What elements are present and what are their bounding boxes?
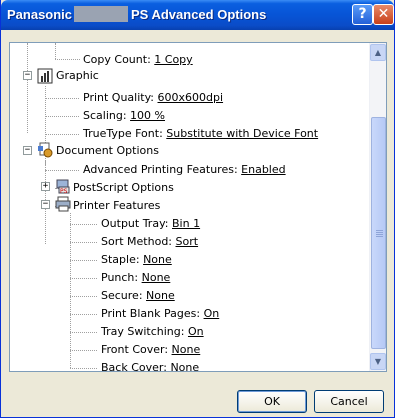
window-title-brand: Panasonic (7, 7, 73, 22)
tree-line (70, 242, 97, 243)
tree-line (70, 260, 97, 261)
scroll-down-arrow-icon[interactable]: ▼ (370, 353, 386, 370)
output-tray-label: Output Tray: (101, 217, 169, 230)
tree-line (27, 43, 28, 133)
truetype-font-item[interactable]: TrueType Font: Substitute with Device Fo… (83, 125, 318, 142)
sort-method-label: Sort Method: (101, 235, 173, 248)
close-button[interactable]: ✕ (373, 4, 394, 25)
window-title: PS Advanced Options (131, 7, 267, 22)
output-tray-item[interactable]: Output Tray: Bin 1 (101, 215, 200, 232)
front-cover-item[interactable]: Front Cover: None (101, 341, 200, 358)
options-tree-panel: Copy Count: 1 Copy − Graphic Print Quali… (9, 42, 387, 372)
print-quality-label: Print Quality: (83, 91, 155, 104)
tree-line (70, 350, 97, 351)
sort-method-item[interactable]: Sort Method: Sort (101, 233, 198, 250)
title-bar[interactable]: Panasonic PS Advanced Options ? ✕ (1, 0, 394, 30)
postscript-options-expand-toggle[interactable]: + (41, 182, 50, 191)
document-options-icon (37, 142, 53, 158)
postscript-options-item[interactable]: PostScript Options (73, 179, 174, 196)
tray-switching-item[interactable]: Tray Switching: On (101, 323, 204, 340)
copy-count-label: Copy Count: (83, 53, 151, 66)
tree-line (45, 116, 79, 117)
help-button[interactable]: ? (352, 4, 373, 25)
back-cover-label: Back Cover: (101, 361, 167, 372)
output-tray-value[interactable]: Bin 1 (172, 217, 200, 230)
graphic-collapse-toggle[interactable]: − (23, 71, 32, 80)
graphic-icon (37, 68, 53, 84)
dialog-buttons: OK Cancel (1, 384, 395, 418)
tray-switching-value[interactable]: On (188, 325, 204, 338)
tree-line (70, 332, 97, 333)
postscript-options-icon: PS (55, 178, 71, 195)
advanced-printing-item[interactable]: Advanced Printing Features: Enabled (83, 161, 286, 178)
document-options-collapse-toggle[interactable]: − (23, 146, 32, 155)
sort-method-value[interactable]: Sort (176, 235, 199, 248)
punch-label: Punch: (101, 271, 139, 284)
punch-value[interactable]: None (142, 271, 171, 284)
ok-button[interactable]: OK (237, 390, 307, 413)
printer-features-item[interactable]: Printer Features (73, 197, 160, 214)
graphic-item[interactable]: Graphic (56, 67, 99, 84)
scroll-up-arrow-icon[interactable]: ▲ (370, 44, 386, 61)
print-blank-pages-value[interactable]: On (204, 307, 220, 320)
secure-label: Secure: (101, 289, 143, 302)
scrollbar-grip-icon (376, 230, 383, 231)
back-cover-item[interactable]: Back Cover: None (101, 359, 199, 372)
tree-line (45, 134, 79, 135)
scaling-value[interactable]: 100 % (130, 109, 165, 122)
copy-count-value[interactable]: 1 Copy (154, 53, 192, 66)
scaling-label: Scaling: (83, 109, 127, 122)
front-cover-value[interactable]: None (172, 343, 201, 356)
copy-count-item[interactable]: Copy Count: 1 Copy (83, 51, 193, 68)
tree-line (70, 278, 97, 279)
cancel-button[interactable]: Cancel (314, 390, 384, 413)
scrollbar-thumb[interactable] (371, 117, 386, 349)
tree-line (70, 296, 97, 297)
advanced-printing-label: Advanced Printing Features: (83, 163, 238, 176)
tree-line (45, 170, 79, 171)
print-blank-pages-item[interactable]: Print Blank Pages: On (101, 305, 219, 322)
tree-line (70, 368, 97, 369)
svg-text:PS: PS (60, 188, 68, 194)
printer-features-collapse-toggle[interactable]: − (41, 200, 50, 209)
staple-item[interactable]: Staple: None (101, 251, 172, 268)
tree-line (70, 224, 97, 225)
title-redaction (74, 6, 128, 22)
tree-line (70, 213, 71, 368)
print-blank-pages-label: Print Blank Pages: (101, 307, 201, 320)
tree-line (45, 98, 79, 99)
truetype-font-value[interactable]: Substitute with Device Font (166, 127, 318, 140)
print-quality-value[interactable]: 600x600dpi (158, 91, 224, 104)
printer-icon (55, 196, 71, 212)
front-cover-label: Front Cover: (101, 343, 169, 356)
back-cover-value[interactable]: None (170, 361, 199, 371)
secure-item[interactable]: Secure: None (101, 287, 175, 304)
tree-line (55, 43, 56, 59)
print-quality-item[interactable]: Print Quality: 600x600dpi (83, 89, 223, 106)
staple-label: Staple: (101, 253, 140, 266)
staple-value[interactable]: None (143, 253, 172, 266)
secure-value[interactable]: None (146, 289, 175, 302)
punch-item[interactable]: Punch: None (101, 269, 170, 286)
vertical-scrollbar[interactable]: ▲ ▼ (369, 43, 386, 371)
tree-line (70, 314, 97, 315)
truetype-font-label: TrueType Font: (83, 127, 163, 140)
dialog-window: Panasonic PS Advanced Options ? ✕ Copy C… (0, 0, 395, 418)
document-options-item[interactable]: Document Options (56, 142, 159, 159)
scaling-item[interactable]: Scaling: 100 % (83, 107, 165, 124)
tree-line (55, 59, 80, 60)
tray-switching-label: Tray Switching: (101, 325, 185, 338)
advanced-printing-value[interactable]: Enabled (241, 163, 285, 176)
options-tree[interactable]: Copy Count: 1 Copy − Graphic Print Quali… (10, 43, 370, 371)
